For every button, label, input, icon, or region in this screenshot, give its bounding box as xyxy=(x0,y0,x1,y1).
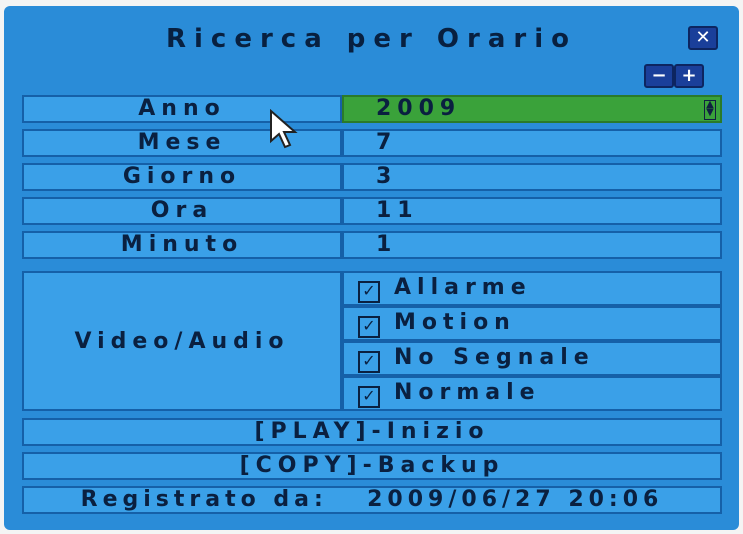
option-label: Motion xyxy=(394,310,516,335)
field-label: Ora xyxy=(22,197,342,225)
year-value-field[interactable]: 2009 ▲ ▼ xyxy=(342,95,722,123)
hour-value-field[interactable]: 11 xyxy=(342,197,722,225)
field-row-minuto: Minuto 1 xyxy=(22,231,722,259)
option-label: Normale xyxy=(394,380,541,405)
video-audio-group: Video/Audio ✓ Allarme ✓ Motion ✓ No Segnale… xyxy=(22,271,722,411)
checkbox-checked-icon[interactable]: ✓ xyxy=(358,386,380,408)
option-label: No Segnale xyxy=(394,345,595,370)
option-motion[interactable]: ✓ Motion xyxy=(342,306,722,341)
checkbox-checked-icon[interactable]: ✓ xyxy=(358,281,380,303)
minute-value-field[interactable]: 1 xyxy=(342,231,722,259)
month-value-field[interactable]: 7 xyxy=(342,129,722,157)
registered-status: Registrato da: 2009/06/27 20:06 xyxy=(22,486,722,514)
option-no-segnale[interactable]: ✓ No Segnale xyxy=(342,341,722,376)
field-label: Minuto xyxy=(22,231,342,259)
option-normale[interactable]: ✓ Normale xyxy=(342,376,722,411)
field-row-giorno: Giorno 3 xyxy=(22,163,722,191)
field-row-mese: Mese 7 xyxy=(22,129,722,157)
spinner-icon[interactable]: ▲ ▼ xyxy=(704,100,716,120)
copy-button[interactable]: [COPY]-Backup xyxy=(22,452,722,480)
play-row: [PLAY]-Inizio xyxy=(22,418,722,446)
field-label: Giorno xyxy=(22,163,342,191)
dvr-search-panel: Ricerca per Orario ✕ − + Anno 2009 ▲ ▼ Me… xyxy=(4,6,739,530)
close-icon[interactable]: ✕ xyxy=(688,26,718,50)
option-label: Allarme xyxy=(394,275,532,300)
copy-row: [COPY]-Backup xyxy=(22,452,722,480)
mouse-pointer-icon xyxy=(270,109,298,149)
field-row-anno: Anno 2009 ▲ ▼ xyxy=(22,95,722,123)
registered-value: 2009/06/27 20:06 xyxy=(367,487,664,512)
video-audio-label: Video/Audio xyxy=(22,271,342,411)
page-title: Ricerca per Orario xyxy=(166,24,577,54)
option-allarme[interactable]: ✓ Allarme xyxy=(342,271,722,306)
checkbox-checked-icon[interactable]: ✓ xyxy=(358,351,380,373)
checkbox-checked-icon[interactable]: ✓ xyxy=(358,316,380,338)
play-button[interactable]: [PLAY]-Inizio xyxy=(22,418,722,446)
plus-icon[interactable]: + xyxy=(674,64,704,88)
registered-label: Registrato da: xyxy=(80,487,328,512)
field-row-ora: Ora 11 xyxy=(22,197,722,225)
footer-row: Registrato da: 2009/06/27 20:06 xyxy=(22,486,722,514)
minus-icon[interactable]: − xyxy=(644,64,674,88)
day-value-field[interactable]: 3 xyxy=(342,163,722,191)
field-value: 2009 xyxy=(376,96,462,121)
